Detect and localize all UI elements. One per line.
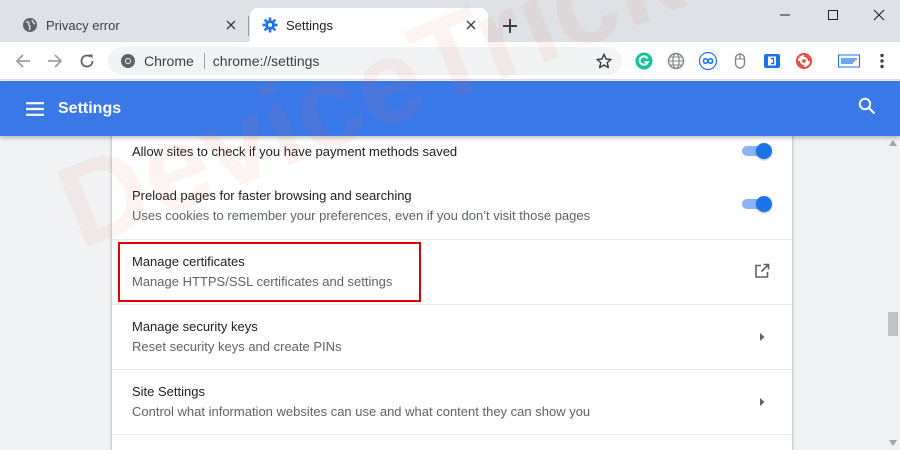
- tab-separator: [248, 16, 249, 36]
- arrow-right-icon: [48, 54, 63, 68]
- close-icon: [873, 9, 885, 21]
- row-title: Preload pages for faster browsing and se…: [132, 188, 412, 203]
- infinity-extension-icon[interactable]: [699, 52, 717, 70]
- tab-settings[interactable]: Settings: [250, 8, 488, 42]
- arrow-left-icon: [15, 54, 30, 68]
- forward-button[interactable]: [42, 48, 68, 74]
- spiral-extension-icon[interactable]: [795, 52, 813, 70]
- omnibox-divider: [203, 53, 205, 69]
- highlight-annotation-box: [118, 242, 421, 302]
- close-icon[interactable]: [220, 14, 242, 36]
- hamburger-menu-icon[interactable]: [24, 98, 46, 120]
- gear-icon: [262, 17, 278, 33]
- mouse-extension-icon[interactable]: [731, 52, 749, 70]
- chrome-icon: [120, 53, 136, 69]
- payment-methods-toggle[interactable]: [740, 143, 774, 159]
- tab-title: Privacy error: [46, 17, 120, 33]
- reload-button[interactable]: [74, 48, 100, 74]
- close-icon[interactable]: [460, 14, 482, 36]
- row-subtitle: Control what information websites can us…: [132, 404, 591, 419]
- row-title: Site Settings: [132, 384, 205, 399]
- reload-icon: [80, 54, 94, 68]
- globe-icon: [22, 17, 38, 33]
- open-in-new-icon[interactable]: [752, 261, 772, 281]
- toggle-knob: [756, 196, 772, 212]
- scroll-up-arrow-icon: [889, 140, 897, 146]
- page-title: Settings: [58, 100, 122, 117]
- chrome-menu-button[interactable]: [874, 52, 890, 70]
- chevron-right-icon[interactable]: [752, 392, 772, 412]
- new-tab-button[interactable]: [498, 14, 522, 38]
- row-subtitle: Reset security keys and create PINs: [132, 339, 342, 354]
- badge-extension-icon[interactable]: [838, 52, 860, 70]
- list-item[interactable]: Allow sites to check if you have payment…: [112, 136, 792, 174]
- more-vert-icon: [880, 53, 884, 69]
- minimize-button[interactable]: [762, 0, 808, 30]
- globe-extension-icon[interactable]: [667, 52, 685, 70]
- row-subtitle: Uses cookies to remember your preference…: [132, 208, 591, 223]
- scroll-down-arrow-icon: [889, 440, 897, 446]
- list-item[interactable]: [112, 434, 792, 450]
- list-item-manage-security-keys[interactable]: Manage security keys Reset security keys…: [112, 304, 792, 369]
- row-title: Allow sites to check if you have payment…: [132, 144, 458, 159]
- toggle-knob: [756, 143, 772, 159]
- row-title: Manage security keys: [132, 319, 258, 334]
- maximize-button[interactable]: [810, 0, 856, 30]
- close-window-button[interactable]: [856, 0, 900, 30]
- tab-title: Settings: [286, 17, 333, 33]
- bookmark-star-icon[interactable]: [594, 51, 614, 71]
- preload-pages-toggle[interactable]: [740, 196, 774, 212]
- url-text[interactable]: chrome://settings: [213, 53, 594, 69]
- back-button[interactable]: [10, 48, 36, 74]
- tab-privacy-error[interactable]: Privacy error: [8, 8, 248, 42]
- plus-icon: [503, 19, 517, 33]
- site-chip: Chrome: [144, 53, 194, 69]
- scrollbar-thumb[interactable]: [888, 312, 898, 336]
- address-bar[interactable]: Chrome chrome://settings: [108, 47, 622, 75]
- scrollbar[interactable]: [886, 136, 900, 450]
- settings-header: Settings: [0, 81, 900, 136]
- browser-toolbar: Chrome chrome://settings: [0, 42, 900, 80]
- chevron-right-icon[interactable]: [752, 327, 772, 347]
- search-icon[interactable]: [858, 97, 880, 119]
- list-item-site-settings[interactable]: Site Settings Control what information w…: [112, 369, 792, 434]
- maximize-icon: [828, 10, 838, 20]
- tab-strip: Privacy error Settings: [0, 0, 900, 42]
- list-item[interactable]: Preload pages for faster browsing and se…: [112, 174, 792, 239]
- grammarly-icon[interactable]: [635, 52, 653, 70]
- bracket-extension-icon[interactable]: [763, 52, 781, 70]
- minimize-icon: [780, 14, 790, 16]
